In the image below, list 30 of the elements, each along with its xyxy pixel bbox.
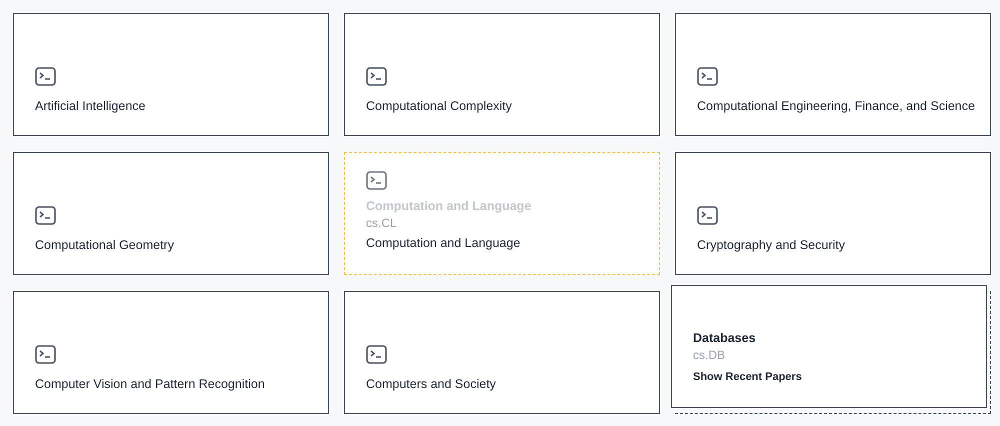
terminal-icon <box>366 345 387 364</box>
show-papers-link[interactable]: Show Recent Papers <box>693 371 802 383</box>
category-card[interactable]: Databases cs.DB Show Recent Papers <box>671 285 987 408</box>
card-title: Computation and Language <box>366 199 532 213</box>
card-title: Computational Complexity <box>366 99 513 113</box>
terminal-icon <box>35 206 56 225</box>
category-card[interactable]: Computers and Society <box>344 291 660 414</box>
card-title: Computer Vision and Pattern Recognition <box>35 377 266 391</box>
category-card[interactable]: Computational Engineering, Finance, and Science <box>675 13 991 136</box>
card-title: Computers and Society <box>366 377 497 391</box>
card-title: Artificial Intelligence <box>35 99 146 113</box>
category-code: cs.CL <box>366 216 398 230</box>
card-title: Databases <box>693 331 757 345</box>
terminal-icon <box>697 206 718 225</box>
terminal-icon <box>366 171 387 190</box>
card-title: Cryptography and Security <box>697 238 846 252</box>
category-card[interactable]: Cryptography and Security <box>675 152 991 275</box>
terminal-icon <box>366 67 387 86</box>
card-title: Computational Geometry <box>35 238 175 252</box>
terminal-icon <box>697 67 718 86</box>
category-card[interactable]: Artificial Intelligence <box>13 13 329 136</box>
terminal-icon <box>35 345 56 364</box>
terminal-icon <box>35 67 56 86</box>
category-card[interactable]: Computational Geometry <box>13 152 329 275</box>
card-title: Computation and Language <box>366 236 522 250</box>
category-card[interactable]: Computer Vision and Pattern Recognition <box>13 291 329 414</box>
category-card[interactable]: Computational Complexity <box>344 13 660 136</box>
category-card[interactable]: Computation and Language cs.CL Computation and Language <box>344 152 660 275</box>
category-code: cs.DB <box>693 348 726 362</box>
card-title: Computational Engineering, Finance, and Science <box>697 99 976 113</box>
